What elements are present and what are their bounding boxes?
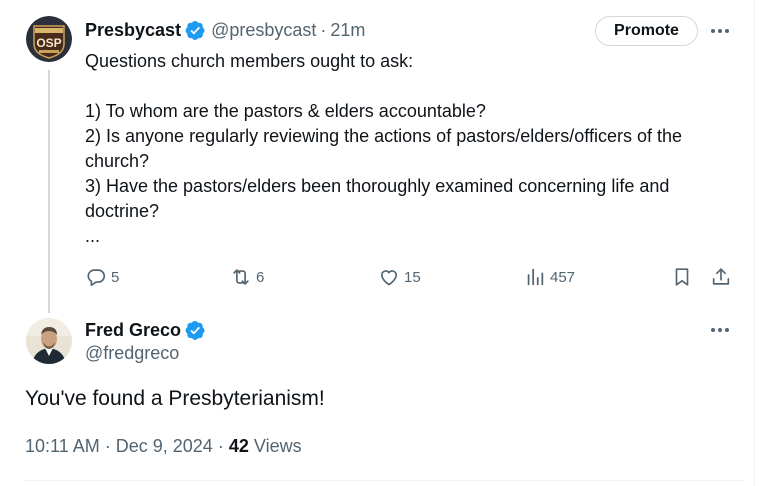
like-icon (381, 270, 397, 286)
author-name[interactable]: Presbycast (85, 20, 181, 41)
promote-button[interactable]: Promote (595, 16, 698, 46)
author-handle[interactable]: @fredgreco (85, 343, 179, 364)
verified-badge-icon (185, 20, 206, 41)
views-icon (527, 268, 544, 286)
separator-dot: · (217, 436, 224, 456)
tweet-text-line: doctrine? (85, 201, 160, 221)
share-button[interactable] (710, 262, 732, 292)
like-button[interactable]: 15 (378, 262, 421, 292)
views-count: 457 (550, 268, 576, 286)
views-count: 42 (228, 436, 249, 456)
tweet1-text: Questions church members ought to ask: 1)… (85, 49, 745, 249)
reply-count: 5 (111, 268, 120, 286)
separator-dot: · (104, 436, 111, 456)
share-icon (712, 268, 730, 285)
tweet-text-line: 1) To whom are the pastors & elders acco… (85, 101, 486, 121)
tweet2-header: Fred Greco (85, 318, 206, 342)
tweet-text-line: church? (85, 151, 150, 171)
tweet2-avatar[interactable] (26, 318, 72, 364)
views-button[interactable]: 457 (524, 262, 575, 292)
views-label: Views (253, 436, 302, 456)
like-count: 15 (404, 268, 421, 286)
more-icon[interactable] (708, 19, 732, 43)
tweet-text-line (85, 74, 745, 99)
tweet1-actions: 5 6 15 457 (85, 262, 740, 292)
reply-icon (87, 269, 106, 287)
avatar-photo (26, 318, 72, 364)
reply-button[interactable]: 5 (85, 262, 119, 292)
bookmark-icon (675, 268, 689, 286)
osp-logo-text: OSP (36, 36, 61, 50)
tweet2-text: You've found a Presbyterianism! (25, 387, 325, 410)
osp-logo: OSP (26, 16, 72, 62)
tweet1-header: Presbycast @presbycast · 21m (85, 18, 365, 42)
tweet-date[interactable]: Dec 9, 2024 (116, 436, 213, 456)
repost-icon (233, 269, 249, 285)
verified-badge-icon (185, 320, 206, 341)
bookmark-button[interactable] (671, 262, 693, 292)
timeline-border (754, 0, 755, 486)
tweet-time[interactable]: 10:11 AM (25, 436, 100, 456)
tweet-text-line: 3) Have the pastors/elders been thorough… (85, 176, 670, 196)
tweet-text-line: ... (85, 226, 101, 246)
tweet1-avatar[interactable]: OSP (26, 16, 72, 62)
separator-dot: · (320, 19, 327, 40)
tweet-timestamp[interactable]: 21m (330, 20, 365, 41)
divider (24, 480, 744, 481)
author-name[interactable]: Fred Greco (85, 320, 181, 341)
tweet2-metadata: 10:11 AM · Dec 9, 2024 · 42 Views (25, 436, 302, 457)
repost-button[interactable]: 6 (230, 262, 264, 292)
thread-connector (48, 70, 50, 313)
tweet-text-line: 2) Is anyone regularly reviewing the act… (85, 126, 682, 146)
repost-count: 6 (256, 268, 265, 286)
more-icon[interactable] (708, 318, 732, 342)
author-handle[interactable]: @presbycast (211, 20, 316, 41)
tweet-text-line: Questions church members ought to ask: (85, 51, 414, 71)
